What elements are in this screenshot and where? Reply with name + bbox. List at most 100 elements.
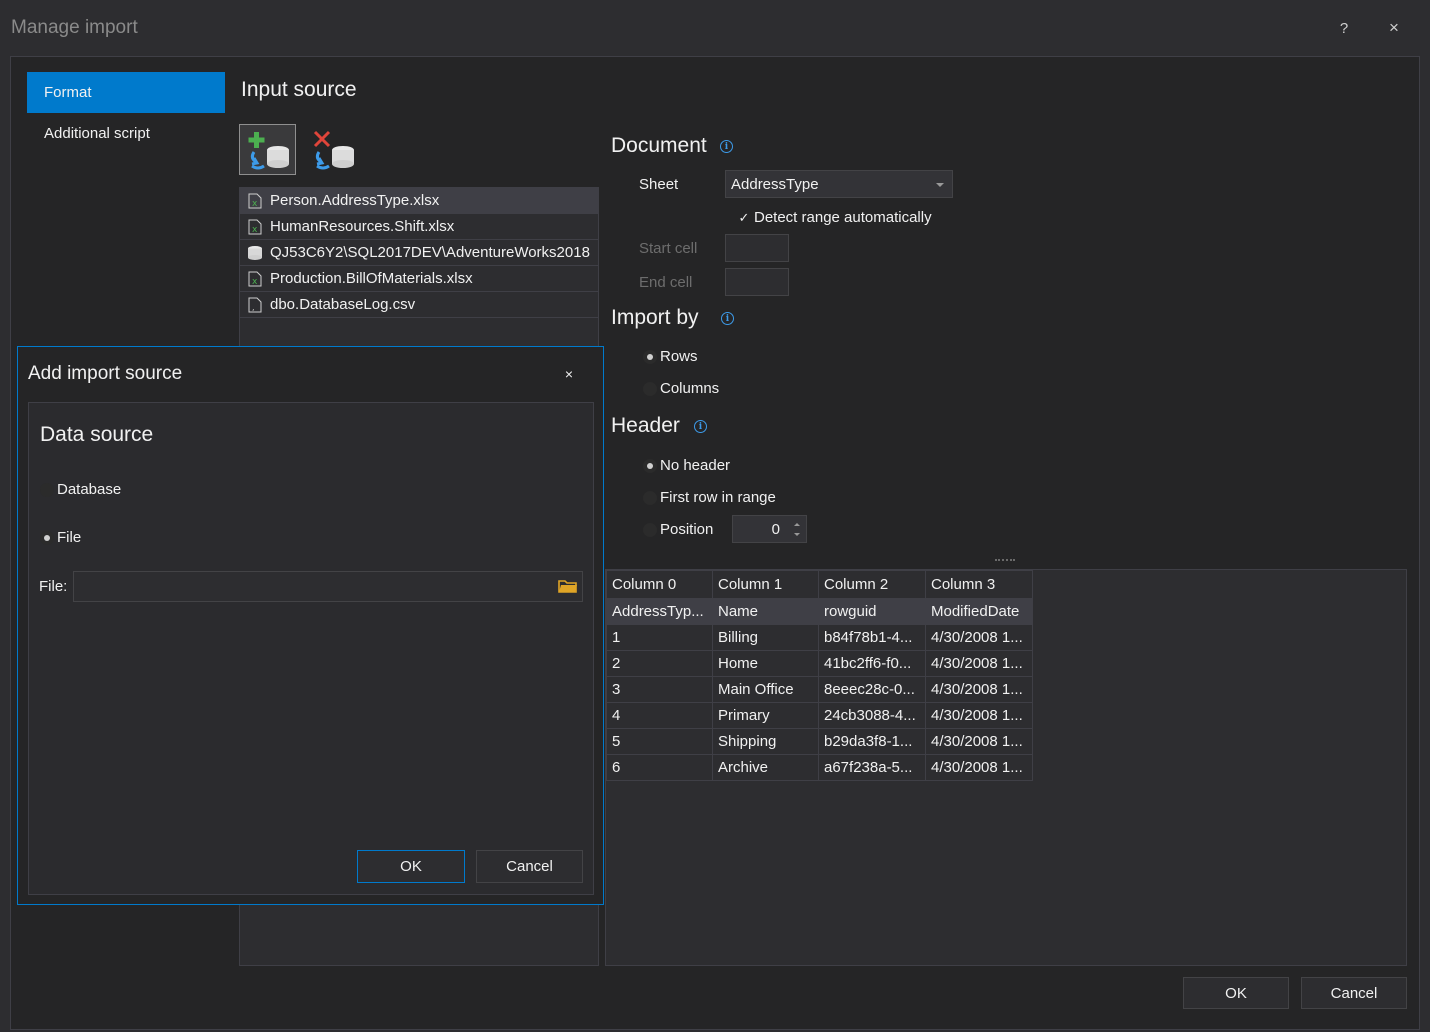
- dialog-cancel-button[interactable]: Cancel: [476, 850, 583, 883]
- table-cell[interactable]: Archive: [712, 754, 819, 781]
- source-item-label: Production.BillOfMaterials.xlsx: [270, 270, 473, 287]
- table-row[interactable]: 3 Main Office 8eeec28c-0... 4/30/2008 1.…: [606, 676, 1033, 703]
- spin-up-icon[interactable]: [794, 523, 800, 526]
- table-cell[interactable]: AddressTyp...: [606, 598, 713, 625]
- help-button[interactable]: ?: [1329, 14, 1359, 42]
- radio-dot: [643, 349, 657, 364]
- table-row[interactable]: AddressTyp... Name rowguid ModifiedDate: [606, 598, 1033, 625]
- nav-item-format[interactable]: Format: [27, 72, 225, 113]
- table-row[interactable]: 5 Shipping b29da3f8-1... 4/30/2008 1...: [606, 728, 1033, 755]
- table-cell[interactable]: 1: [606, 624, 713, 651]
- end-cell-input[interactable]: [725, 268, 789, 296]
- source-item[interactable]: x Production.BillOfMaterials.xlsx: [240, 266, 598, 292]
- table-row[interactable]: 6 Archive a67f238a-5... 4/30/2008 1...: [606, 754, 1033, 781]
- svg-text:x: x: [252, 199, 258, 209]
- table-cell[interactable]: b29da3f8-1...: [818, 728, 926, 755]
- table-cell[interactable]: Home: [712, 650, 819, 677]
- source-item[interactable]: QJ53C6Y2\SQL2017DEV\AdventureWorks2018: [240, 240, 598, 266]
- column-header[interactable]: Column 1: [712, 570, 819, 599]
- table-cell[interactable]: 24cb3088-4...: [818, 702, 926, 729]
- cancel-button[interactable]: Cancel: [1301, 977, 1407, 1009]
- excel-file-icon: x: [247, 271, 263, 287]
- columns-radio[interactable]: Columns: [643, 380, 719, 397]
- table-row[interactable]: 4 Primary 24cb3088-4... 4/30/2008 1...: [606, 702, 1033, 729]
- source-item-label: Person.AddressType.xlsx: [270, 192, 440, 209]
- start-cell-label: Start cell: [639, 240, 698, 257]
- info-icon[interactable]: i: [694, 420, 707, 433]
- folder-icon[interactable]: [558, 578, 578, 594]
- info-icon[interactable]: i: [721, 312, 734, 325]
- document-heading: Document: [611, 134, 707, 157]
- file-radio[interactable]: File: [40, 529, 81, 546]
- dialog-close-button[interactable]: ×: [558, 363, 580, 385]
- source-item[interactable]: , dbo.DatabaseLog.csv: [240, 292, 598, 318]
- add-source-button[interactable]: [239, 124, 296, 175]
- table-cell[interactable]: ModifiedDate: [925, 598, 1033, 625]
- header-heading: Header: [611, 414, 680, 437]
- info-icon[interactable]: i: [720, 140, 733, 153]
- table-cell[interactable]: 4: [606, 702, 713, 729]
- table-cell[interactable]: 6: [606, 754, 713, 781]
- source-item[interactable]: x Person.AddressType.xlsx: [240, 188, 598, 214]
- table-cell[interactable]: Billing: [712, 624, 819, 651]
- radio-dot: [40, 530, 54, 545]
- column-header[interactable]: Column 2: [818, 570, 926, 599]
- no-header-radio[interactable]: No header: [643, 457, 730, 474]
- sheet-select-value: AddressType: [731, 175, 819, 193]
- table-cell[interactable]: 4/30/2008 1...: [925, 754, 1033, 781]
- remove-database-icon: [313, 130, 354, 169]
- no-header-label: No header: [660, 457, 731, 474]
- table-cell[interactable]: 4/30/2008 1...: [925, 676, 1033, 703]
- table-cell[interactable]: Name: [712, 598, 819, 625]
- remove-source-button[interactable]: [304, 124, 361, 175]
- table-cell[interactable]: 3: [606, 676, 713, 703]
- splitter-grip[interactable]: [995, 559, 1015, 564]
- source-item-label: QJ53C6Y2\SQL2017DEV\AdventureWorks2018: [270, 244, 590, 261]
- table-cell[interactable]: 4/30/2008 1...: [925, 728, 1033, 755]
- sheet-select[interactable]: AddressType: [725, 170, 953, 198]
- table-cell[interactable]: 2: [606, 650, 713, 677]
- preview-grid: Column 0 Column 1 Column 2 Column 3 Addr…: [606, 570, 1033, 781]
- database-radio[interactable]: Database: [40, 481, 121, 498]
- position-radio[interactable]: Position: [643, 521, 713, 538]
- database-icon: [247, 245, 263, 261]
- nav-item-additional-script[interactable]: Additional script: [27, 113, 225, 154]
- position-stepper[interactable]: 0: [732, 515, 807, 543]
- start-cell-input[interactable]: [725, 234, 789, 262]
- checkmark-icon: ✓: [738, 209, 750, 225]
- table-cell[interactable]: Shipping: [712, 728, 819, 755]
- table-cell[interactable]: a67f238a-5...: [818, 754, 926, 781]
- table-cell[interactable]: 5: [606, 728, 713, 755]
- columns-label: Columns: [660, 380, 720, 397]
- column-header[interactable]: Column 3: [925, 570, 1033, 599]
- table-cell[interactable]: 8eeec28c-0...: [818, 676, 926, 703]
- ok-button[interactable]: OK: [1183, 977, 1289, 1009]
- file-path-input[interactable]: [73, 571, 583, 602]
- source-item[interactable]: x HumanResources.Shift.xlsx: [240, 214, 598, 240]
- table-cell[interactable]: b84f78b1-4...: [818, 624, 926, 651]
- detect-range-label: Detect range automatically: [754, 209, 932, 226]
- first-row-radio[interactable]: First row in range: [643, 489, 776, 506]
- first-row-label: First row in range: [660, 489, 776, 506]
- position-value: 0: [771, 521, 780, 538]
- table-cell[interactable]: Main Office: [712, 676, 819, 703]
- table-cell[interactable]: 4/30/2008 1...: [925, 650, 1033, 677]
- table-row[interactable]: 2 Home 41bc2ff6-f0... 4/30/2008 1...: [606, 650, 1033, 677]
- table-cell[interactable]: 4/30/2008 1...: [925, 702, 1033, 729]
- table-cell[interactable]: 4/30/2008 1...: [925, 624, 1033, 651]
- dialog-title: Add import source: [28, 363, 183, 384]
- detect-range-checkbox[interactable]: ✓ Detect range automatically: [737, 209, 932, 226]
- table-cell[interactable]: rowguid: [818, 598, 926, 625]
- dialog-ok-button[interactable]: OK: [357, 850, 465, 883]
- radio-dot: [643, 458, 657, 473]
- table-row[interactable]: 1 Billing b84f78b1-4... 4/30/2008 1...: [606, 624, 1033, 651]
- position-label: Position: [660, 521, 714, 538]
- window-close-button[interactable]: ×: [1379, 14, 1409, 42]
- rows-radio[interactable]: Rows: [643, 348, 698, 365]
- spin-down-icon[interactable]: [794, 533, 800, 536]
- database-label: Database: [57, 481, 122, 498]
- column-header[interactable]: Column 0: [606, 570, 713, 599]
- sheet-label: Sheet: [639, 176, 679, 193]
- table-cell[interactable]: Primary: [712, 702, 819, 729]
- table-cell[interactable]: 41bc2ff6-f0...: [818, 650, 926, 677]
